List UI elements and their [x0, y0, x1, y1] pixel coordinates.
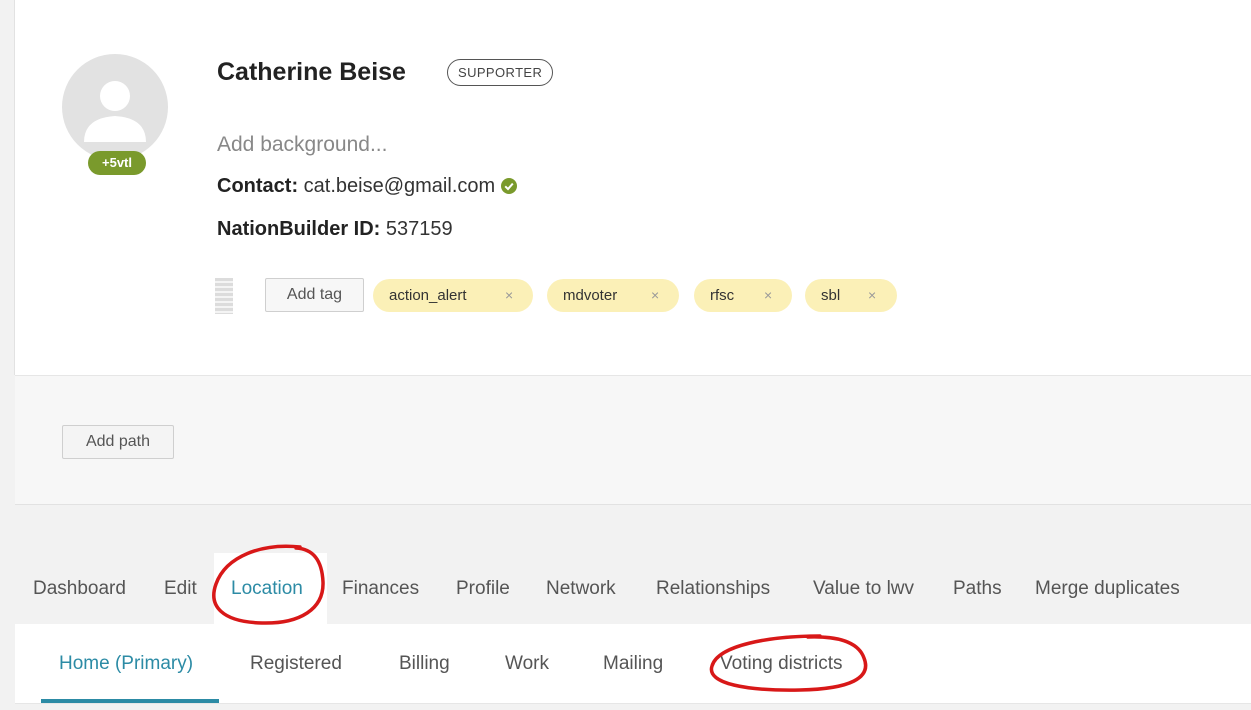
tag-label: action_alert — [389, 287, 467, 304]
tab-profile[interactable]: Profile — [456, 578, 510, 600]
tag-chip[interactable]: rfsc × — [694, 279, 792, 312]
tab-value-to-lwv[interactable]: Value to lwv — [813, 578, 914, 600]
tag-label: rfsc — [710, 287, 735, 304]
add-tag-button[interactable]: Add tag — [265, 278, 364, 312]
tab-location[interactable]: Location — [231, 578, 303, 600]
subtab-voting-districts[interactable]: Voting districts — [720, 653, 843, 675]
close-icon[interactable]: × — [764, 279, 772, 312]
nationbuilder-id: NationBuilder ID: 537159 — [217, 218, 453, 241]
role-badge: SUPPORTER — [447, 59, 554, 86]
drag-handle-icon[interactable] — [215, 278, 233, 314]
path-section — [15, 375, 1251, 505]
close-icon[interactable]: × — [651, 279, 659, 312]
tag-chip[interactable]: mdvoter × — [547, 279, 679, 312]
nbid-label: NationBuilder ID: — [217, 218, 381, 240]
avatar[interactable] — [62, 54, 168, 160]
tab-edit[interactable]: Edit — [164, 578, 197, 600]
active-subtab-underline — [41, 699, 219, 703]
nbid-value: 537159 — [385, 218, 453, 240]
subtab-work[interactable]: Work — [505, 653, 549, 675]
tag-chip[interactable]: sbl × — [805, 279, 897, 312]
add-path-button[interactable]: Add path — [62, 425, 174, 459]
score-badge: +5vtl — [88, 151, 146, 175]
check-circle-icon — [501, 177, 518, 200]
tab-finances[interactable]: Finances — [342, 578, 419, 600]
subtab-home-primary[interactable]: Home (Primary) — [59, 653, 193, 675]
person-name: Catherine Beise — [217, 58, 406, 86]
contact-email[interactable]: cat.beise@gmail.com — [304, 175, 495, 197]
tag-label: sbl — [821, 287, 841, 304]
tab-relationships[interactable]: Relationships — [656, 578, 770, 600]
tab-merge-duplicates[interactable]: Merge duplicates — [1035, 578, 1180, 600]
tab-paths[interactable]: Paths — [953, 578, 1002, 600]
subtab-registered[interactable]: Registered — [250, 653, 342, 675]
subtab-mailing[interactable]: Mailing — [603, 653, 663, 675]
tag-label: mdvoter — [563, 287, 618, 304]
background-input[interactable]: Add background... — [217, 133, 387, 157]
tag-chip[interactable]: action_alert × — [373, 279, 533, 312]
tab-dashboard[interactable]: Dashboard — [33, 578, 126, 600]
close-icon[interactable]: × — [505, 279, 513, 312]
contact-label: Contact: — [217, 175, 299, 197]
person-silhouette-icon — [84, 81, 146, 142]
close-icon[interactable]: × — [868, 279, 876, 312]
subtab-billing[interactable]: Billing — [399, 653, 450, 675]
tab-network[interactable]: Network — [546, 578, 616, 600]
contact-line: Contact: cat.beise@gmail.com — [217, 175, 518, 200]
